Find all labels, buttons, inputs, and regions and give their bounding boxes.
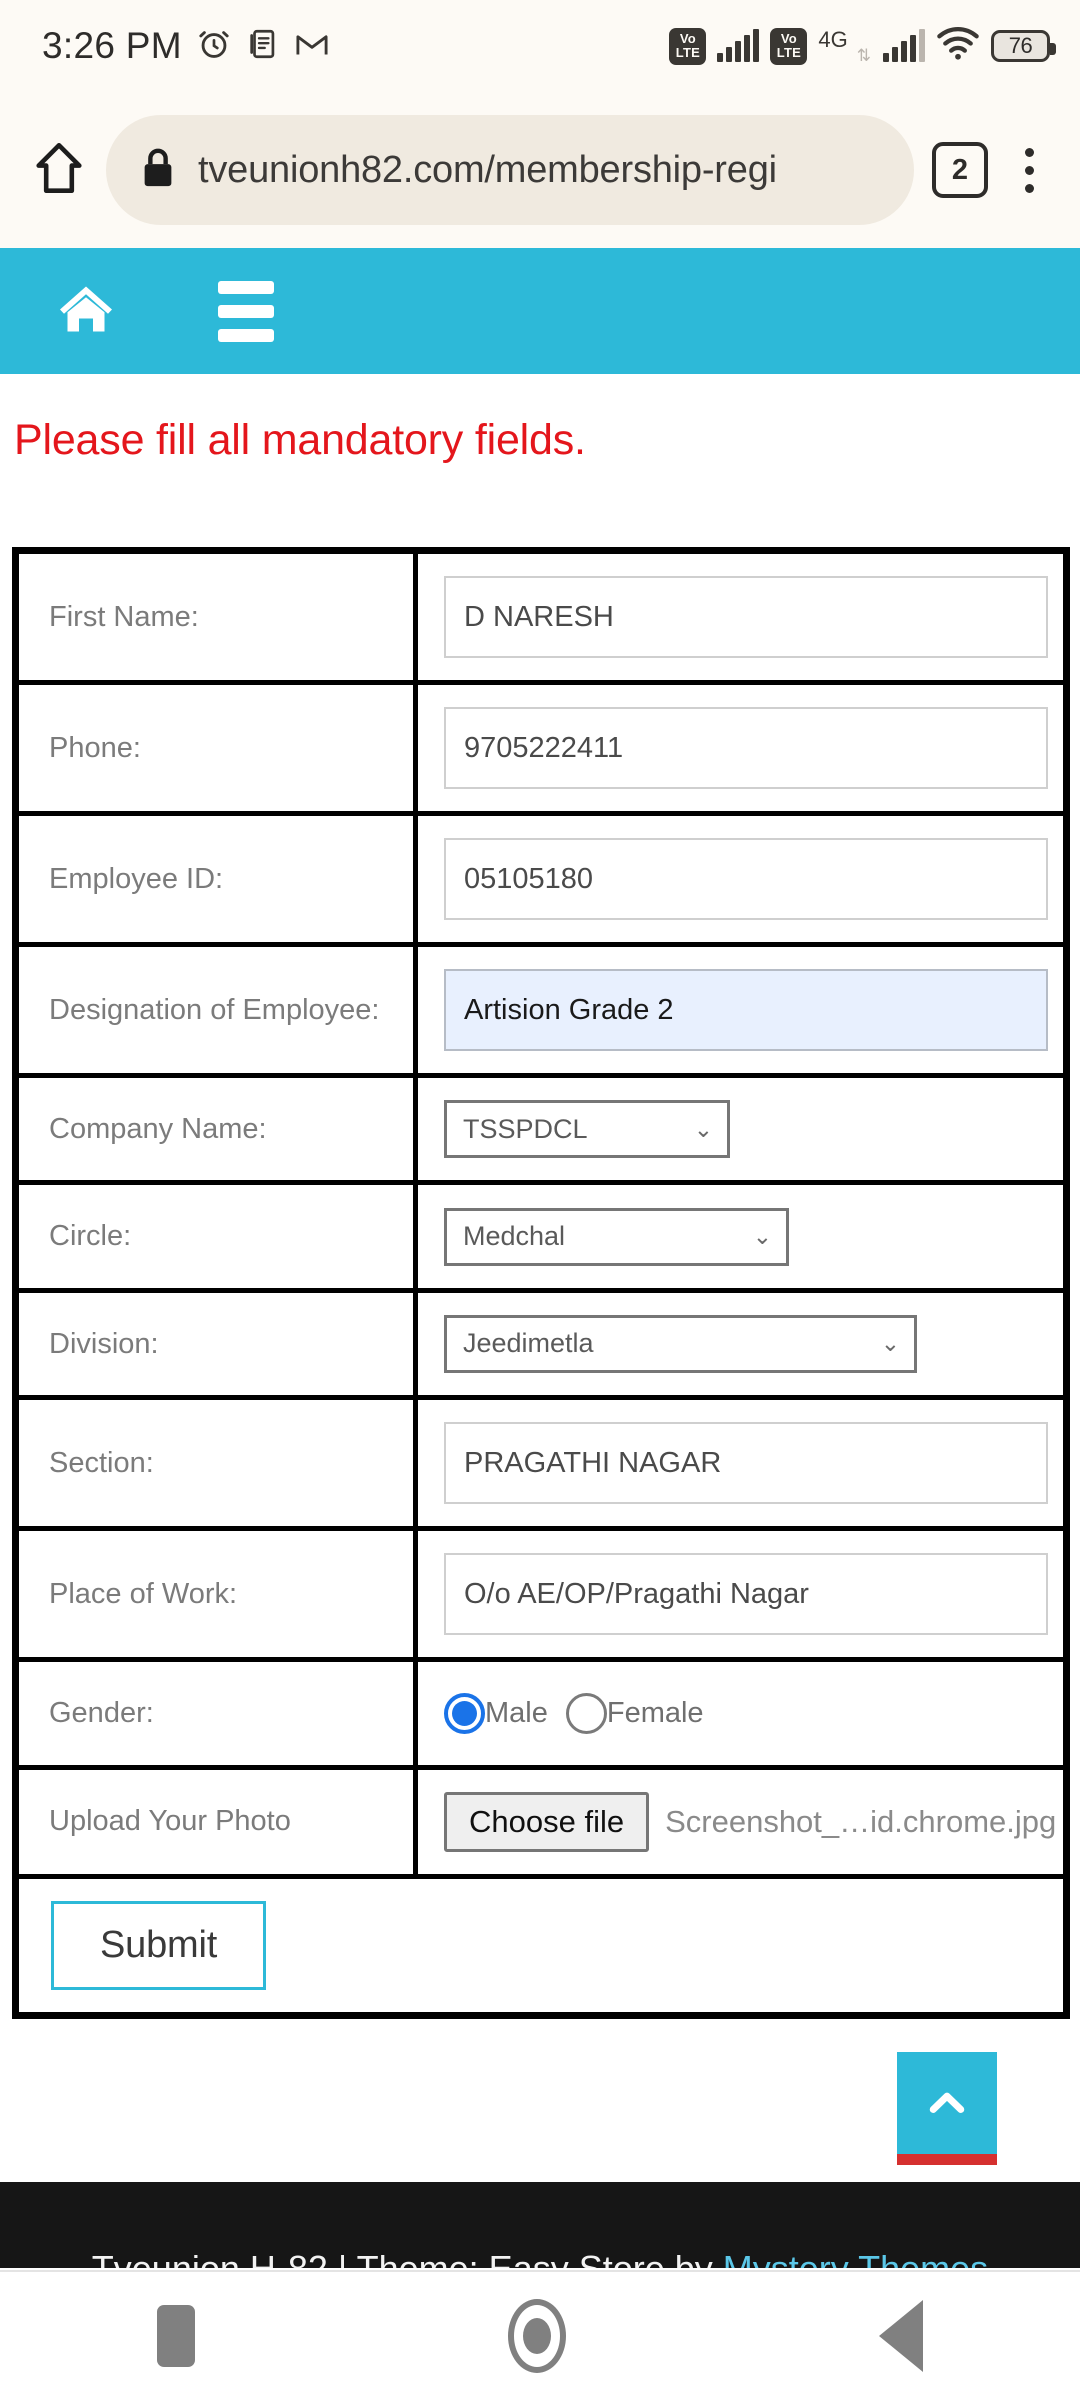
table-row: Gender: Male Female (13, 1657, 1069, 1770)
chrome-toolbar: tveunionh82.com/membership-regi 2 (0, 92, 1080, 248)
circle-value: Medchal (463, 1221, 566, 1252)
chevron-down-icon: ⌄ (752, 1223, 772, 1250)
field-label: Employee ID: (13, 811, 418, 947)
field-label: Division: (13, 1287, 418, 1401)
gender-female-radio[interactable] (565, 1692, 607, 1734)
division-value: Jeedimetla (463, 1328, 594, 1359)
scroll-to-top-accent-bar (897, 2154, 997, 2165)
scroll-to-top-wrapper (897, 2052, 997, 2165)
gender-radio-group: Male Female (444, 1692, 1039, 1734)
signal-sim1-icon (717, 29, 760, 62)
field-label: Circle: (13, 1180, 418, 1293)
status-bar-right: Vo LTE Vo LTE 4G ⇅ 76 (669, 26, 1056, 66)
field-label: Designation of Employee: (13, 942, 418, 1078)
kebab-menu-icon[interactable] (1006, 147, 1052, 193)
home-icon[interactable] (30, 139, 88, 202)
triangle-back-icon[interactable] (879, 2300, 924, 2372)
notes-icon (246, 27, 280, 66)
company-name-select[interactable]: TSSPDCL ⌄ (444, 1100, 730, 1159)
battery-indicator: 76 (991, 30, 1056, 62)
phone-input[interactable]: 9705222411 (444, 707, 1048, 789)
android-status-bar: 3:26 PM Vo LTE Vo LTE 4G ⇅ 76 (0, 0, 1080, 92)
hamburger-icon[interactable] (218, 280, 274, 342)
table-row: Submit (13, 1873, 1069, 2018)
data-transfer-icon: ⇅ (856, 45, 871, 65)
photo-upload-control: Choose file Screenshot_…id.chrome.jpg (444, 1791, 1056, 1852)
first-name-input[interactable]: D NARESH (444, 576, 1048, 658)
field-label: First Name: (13, 548, 418, 685)
site-footer: Tveunion H-82 | Theme: Easy Store by Mys… (0, 2182, 1080, 2268)
status-bar-left: 3:26 PM (42, 25, 330, 67)
table-row: Company Name: TSSPDCL ⌄ (13, 1072, 1069, 1186)
table-row: Division: Jeedimetla ⌄ (13, 1287, 1069, 1401)
division-select[interactable]: Jeedimetla ⌄ (444, 1314, 917, 1373)
table-row: Designation of Employee: Artision Grade … (13, 942, 1069, 1078)
place-of-work-input[interactable]: O/o AE/OP/Pragathi Nagar (444, 1553, 1048, 1636)
field-label: Phone: (13, 680, 418, 816)
table-row: First Name: D NARESH (13, 548, 1069, 685)
choose-file-button[interactable]: Choose file (444, 1791, 650, 1852)
circle-home-icon[interactable] (507, 2299, 566, 2373)
page-content: Please fill all mandatory fields. First … (0, 374, 1080, 2019)
signal-sim2-icon (883, 29, 925, 62)
table-row: Phone: 9705222411 (13, 680, 1069, 816)
footer-text: Tveunion H-82 | Theme: Easy Store by (92, 2248, 723, 2268)
field-label: Place of Work: (13, 1526, 418, 1663)
chevron-down-icon: ⌄ (693, 1115, 713, 1142)
table-row: Place of Work: O/o AE/OP/Pragathi Nagar (13, 1526, 1069, 1663)
field-label: Company Name: (13, 1072, 418, 1186)
chevron-down-icon: ⌄ (880, 1330, 900, 1357)
table-row: Circle: Medchal ⌄ (13, 1180, 1069, 1293)
url-text: tveunionh82.com/membership-regi (198, 148, 777, 191)
site-home-icon[interactable] (56, 281, 116, 342)
gender-male-label: Male (485, 1696, 548, 1729)
chevron-up-icon (924, 2080, 970, 2126)
volte-sim1-icon: Vo LTE (669, 27, 707, 65)
scroll-to-top-button[interactable] (897, 2052, 997, 2154)
square-recents-icon[interactable] (156, 2305, 195, 2367)
status-time: 3:26 PM (42, 25, 182, 66)
android-nav-bar (0, 2270, 1080, 2400)
gender-female-label: Female (606, 1696, 704, 1729)
wifi-icon (936, 26, 980, 66)
gmail-icon (294, 26, 330, 67)
section-input[interactable]: PRAGATHI NAGAR (444, 1422, 1048, 1505)
field-label: Section: (13, 1395, 418, 1532)
tab-switcher-button[interactable]: 2 (932, 142, 988, 198)
table-row: Employee ID: 05105180 (13, 811, 1069, 947)
table-row: Upload Your Photo Choose file Screenshot… (13, 1764, 1069, 1879)
omnibox[interactable]: tveunionh82.com/membership-regi (106, 115, 914, 225)
table-row: Section: PRAGATHI NAGAR (13, 1395, 1069, 1532)
company-name-value: TSSPDCL (463, 1113, 588, 1144)
site-header (0, 248, 1080, 374)
network-type-label: 4G (818, 26, 848, 52)
error-message: Please fill all mandatory fields. (14, 416, 586, 464)
footer-theme-link[interactable]: Mystery Themes (723, 2248, 988, 2268)
gender-male-radio[interactable] (444, 1692, 485, 1734)
lock-icon (140, 147, 176, 194)
alarm-icon (196, 26, 232, 67)
designation-input[interactable]: Artision Grade 2 (444, 969, 1048, 1051)
submit-button[interactable]: Submit (51, 1900, 267, 1990)
circle-select[interactable]: Medchal ⌄ (444, 1207, 789, 1266)
employee-id-input[interactable]: 05105180 (444, 838, 1048, 920)
chosen-file-name: Screenshot_…id.chrome.jpg (665, 1803, 1057, 1839)
volte-sim2-icon: Vo LTE (770, 27, 808, 65)
field-label: Upload Your Photo (13, 1764, 418, 1879)
field-label: Gender: (13, 1657, 418, 1770)
membership-registration-form: First Name: D NARESH Phone: 9705222411 E… (12, 547, 1070, 2019)
